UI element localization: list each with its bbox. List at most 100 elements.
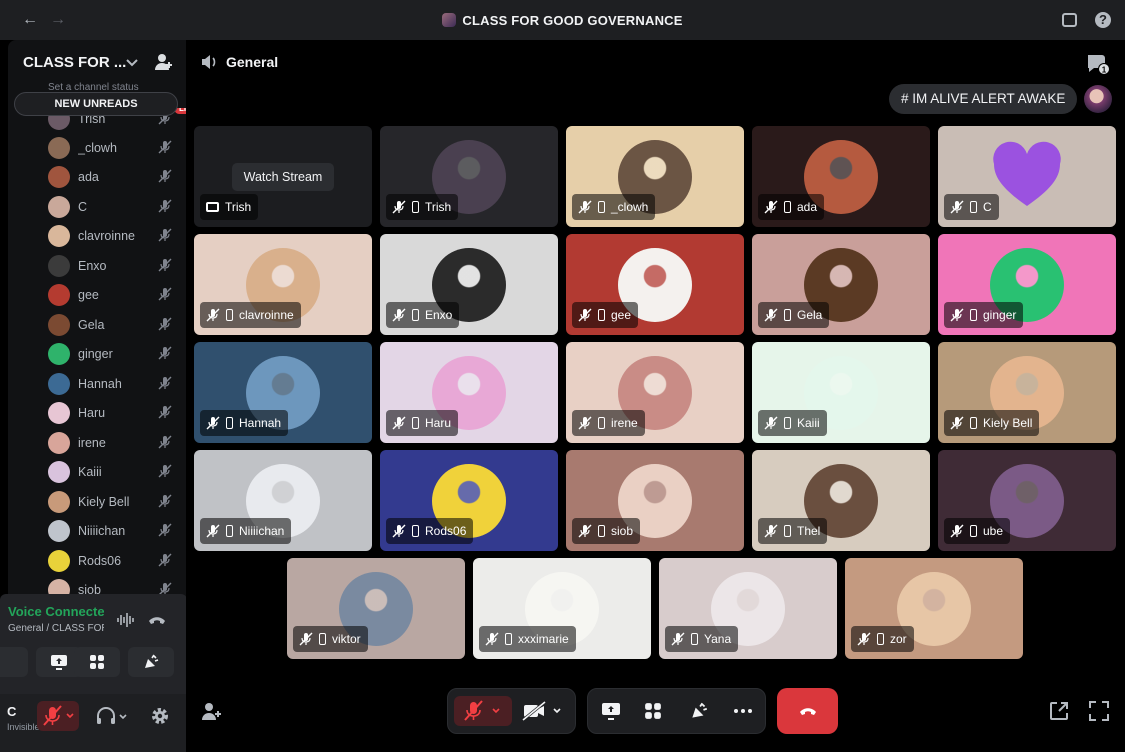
participant-nameplate: ginger xyxy=(944,302,1024,328)
participant-tile[interactable]: irene xyxy=(566,342,744,443)
participant-tile[interactable]: Hannah xyxy=(194,342,372,443)
invite-to-voice-icon[interactable] xyxy=(200,700,224,724)
headphones-icon[interactable] xyxy=(96,706,130,726)
mute-mic-button[interactable] xyxy=(454,696,512,726)
participant-name: Trish xyxy=(225,200,252,214)
voice-member[interactable]: Kiely Bell xyxy=(48,489,176,515)
participant-tile[interactable]: Watch Stream Trish xyxy=(194,126,372,227)
participant-tile[interactable]: viktor xyxy=(287,558,465,659)
member-name: Gela xyxy=(78,318,105,332)
camera-toggle-button[interactable] xyxy=(518,696,572,726)
mobile-device-icon xyxy=(877,633,884,645)
voice-member[interactable]: siob xyxy=(48,577,176,594)
member-name: irene xyxy=(78,436,106,450)
participant-nameplate: gee xyxy=(572,302,639,328)
status-setter-avatar[interactable] xyxy=(1084,85,1112,113)
muted-mic-icon xyxy=(671,632,685,646)
watch-stream-button[interactable]: Watch Stream xyxy=(232,163,334,191)
voice-member[interactable]: ada xyxy=(48,164,176,190)
disconnect-icon[interactable] xyxy=(148,613,166,627)
participant-tile[interactable]: Kiely Bell xyxy=(938,342,1116,443)
mute-toggle[interactable] xyxy=(37,701,79,731)
server-name[interactable]: CLASS FOR ... xyxy=(23,54,126,71)
chat-threads-icon[interactable]: 1 xyxy=(1085,52,1111,76)
participant-name: Kaiii xyxy=(797,416,820,430)
muted-mic-icon xyxy=(950,200,964,214)
member-name: Kiely Bell xyxy=(78,495,130,509)
muted-mic-icon xyxy=(578,416,592,430)
muted-mic-icon xyxy=(158,228,172,242)
participant-tile[interactable]: Gela xyxy=(752,234,930,335)
member-name: _clowh xyxy=(78,141,117,155)
voice-member[interactable]: Enxo xyxy=(48,253,176,279)
participant-tile[interactable]: ginger xyxy=(938,234,1116,335)
voice-member[interactable]: Haru xyxy=(48,400,176,426)
more-options-button[interactable] xyxy=(728,696,758,726)
voice-member[interactable]: Rods06 xyxy=(48,548,176,574)
share-screen-icon xyxy=(602,703,620,720)
share-screen-button[interactable] xyxy=(596,696,626,726)
voice-channel-path[interactable]: General / CLASS FOR GOOD GOVERNANCE xyxy=(8,623,104,634)
noise-suppression-icon[interactable] xyxy=(116,612,134,628)
participant-tile[interactable]: ube xyxy=(938,450,1116,551)
microphone-muted-icon xyxy=(43,705,74,726)
voice-member[interactable]: Gela xyxy=(48,312,176,338)
hang-up-icon xyxy=(799,708,816,715)
participant-tile[interactable]: Trish xyxy=(380,126,558,227)
channel-status-pill[interactable]: # IM ALIVE ALERT AWAKE xyxy=(889,84,1078,114)
leave-call-button[interactable] xyxy=(777,688,838,734)
user-name[interactable]: C xyxy=(7,704,16,719)
participant-tile[interactable]: Haru xyxy=(380,342,558,443)
participant-tile[interactable]: ada xyxy=(752,126,930,227)
participant-tile[interactable]: C xyxy=(938,126,1116,227)
voice-member[interactable]: _clowh xyxy=(48,135,176,161)
participant-tile[interactable]: xxximarie xyxy=(473,558,651,659)
voice-member[interactable]: Hannah xyxy=(48,371,176,397)
voice-member[interactable]: ginger xyxy=(48,341,176,367)
participant-name: Kiely Bell xyxy=(983,416,1033,430)
participant-tile[interactable]: Thel xyxy=(752,450,930,551)
participant-tile[interactable]: Rods06 xyxy=(380,450,558,551)
new-unreads-button[interactable]: NEW UNREADS xyxy=(14,92,178,116)
avatar xyxy=(48,579,70,594)
voice-member[interactable]: clavroinne xyxy=(48,223,176,249)
participant-tile[interactable]: _clowh xyxy=(566,126,744,227)
mobile-device-icon xyxy=(598,417,605,429)
server-header[interactable]: CLASS FOR ... xyxy=(8,40,186,84)
participant-nameplate: Rods06 xyxy=(386,518,474,544)
voice-connected-status[interactable]: Voice Connected xyxy=(8,604,104,619)
muted-mic-icon xyxy=(764,200,778,214)
soundboard-button[interactable] xyxy=(684,696,714,726)
participant-tile[interactable]: clavroinne xyxy=(194,234,372,335)
camera-button[interactable] xyxy=(0,647,28,677)
avatar xyxy=(48,166,70,188)
settings-gear-icon[interactable] xyxy=(150,706,170,726)
voice-member[interactable]: Kaiii xyxy=(48,459,176,485)
voice-member[interactable]: Niiiichan xyxy=(48,518,176,544)
add-member-icon[interactable] xyxy=(154,52,174,72)
participant-tile[interactable]: Yana xyxy=(659,558,837,659)
muted-mic-icon xyxy=(950,416,964,430)
participant-nameplate: _clowh xyxy=(572,194,656,220)
participant-tile[interactable]: gee xyxy=(566,234,744,335)
participant-tile[interactable]: Kaiii xyxy=(752,342,930,443)
activities-button[interactable] xyxy=(74,647,120,677)
participant-nameplate: Kiely Bell xyxy=(944,410,1040,436)
participant-tile[interactable]: Enxo xyxy=(380,234,558,335)
user-panel: C Invisible xyxy=(0,694,187,752)
chevron-down-icon[interactable] xyxy=(126,56,138,70)
participant-tile[interactable]: zor xyxy=(845,558,1023,659)
inbox-icon[interactable] xyxy=(1062,13,1077,27)
voice-member[interactable]: C xyxy=(48,194,176,220)
help-icon[interactable]: ? xyxy=(1095,12,1111,28)
member-name: clavroinne xyxy=(78,229,135,243)
voice-member[interactable]: gee xyxy=(48,282,176,308)
participant-tile[interactable]: Niiiichan xyxy=(194,450,372,551)
mobile-device-icon xyxy=(226,417,233,429)
fullscreen-icon[interactable] xyxy=(1088,700,1110,722)
voice-member[interactable]: irene xyxy=(48,430,176,456)
participant-tile[interactable]: siob xyxy=(566,450,744,551)
soundboard-button[interactable] xyxy=(128,647,174,677)
popout-icon[interactable] xyxy=(1048,700,1070,722)
activities-button[interactable] xyxy=(638,696,668,726)
